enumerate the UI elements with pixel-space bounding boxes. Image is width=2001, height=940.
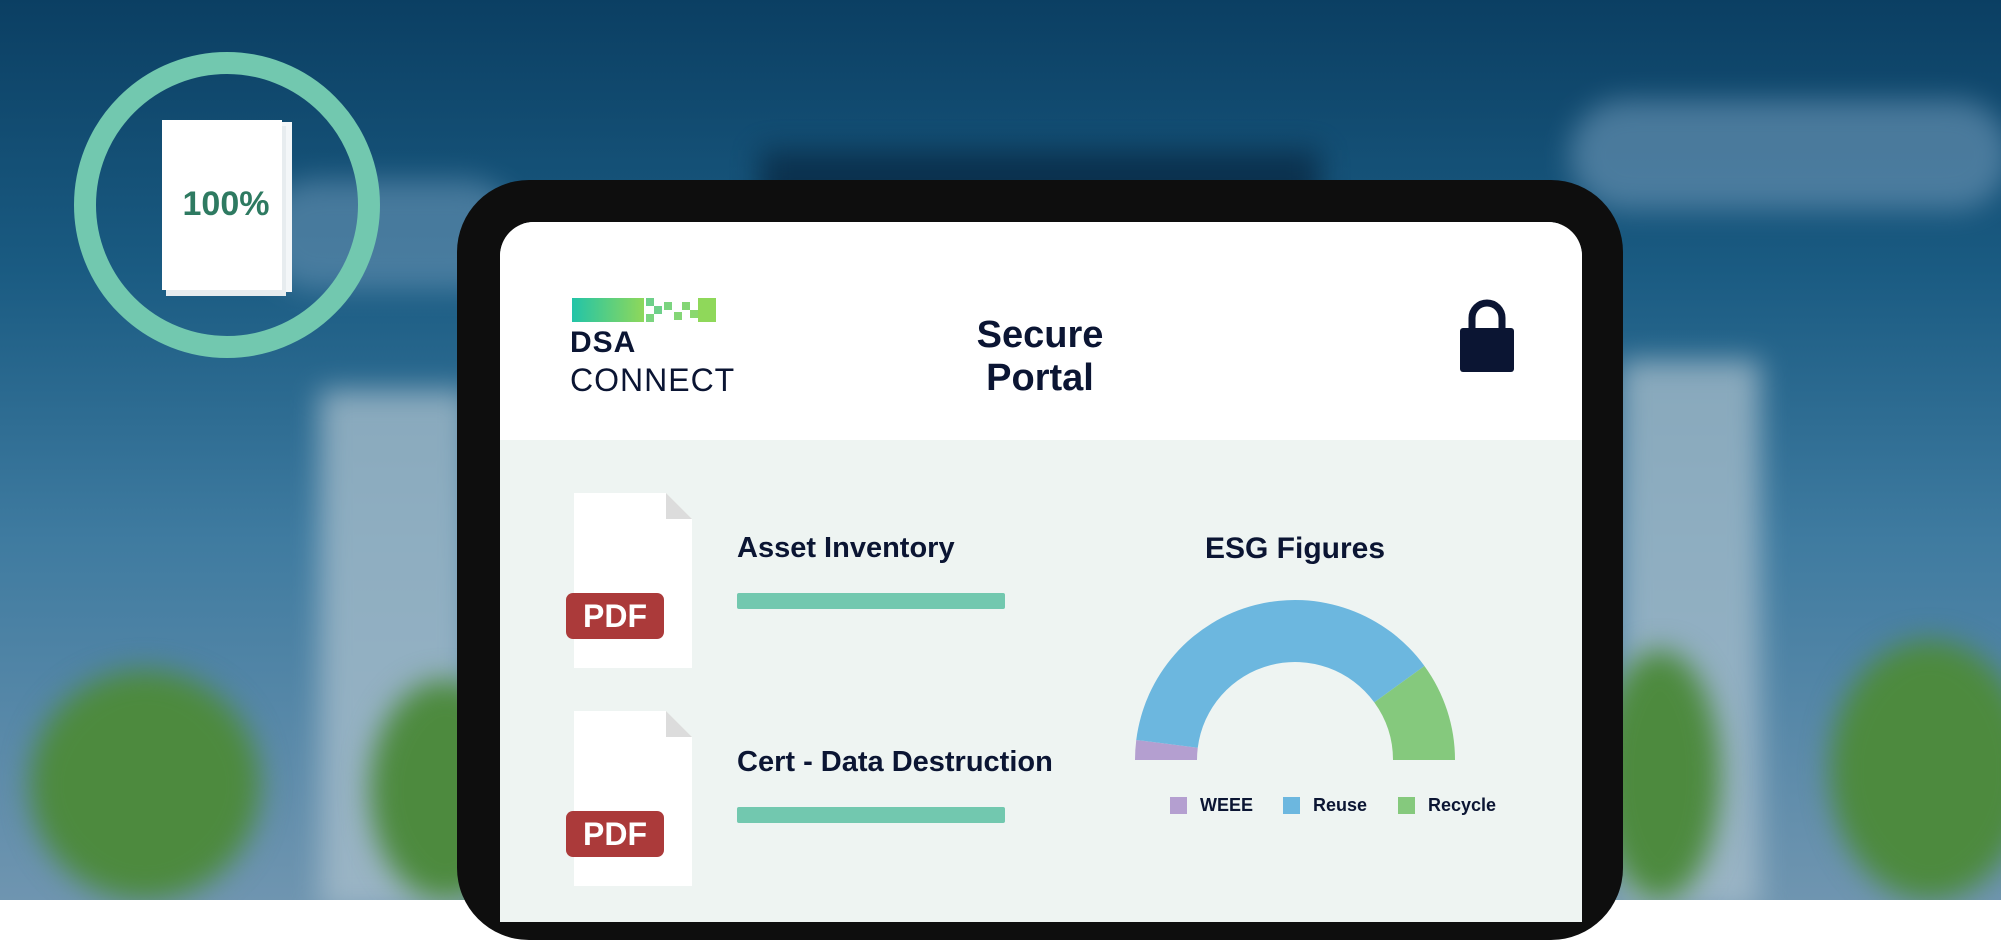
document-progress-bar xyxy=(737,593,1005,609)
file-type-label: PDF xyxy=(583,816,647,852)
tree-1 xyxy=(30,670,260,900)
brand-name: DSA xyxy=(570,326,637,359)
brand-subname: CONNECT xyxy=(570,362,736,398)
legend-item-reuse: Reuse xyxy=(1283,792,1367,818)
legend-label: Reuse xyxy=(1313,794,1368,815)
chart-slice-reuse xyxy=(1136,600,1425,748)
legend-swatch xyxy=(1398,796,1415,814)
legend-swatch xyxy=(1283,796,1300,814)
legend-label: WEEE xyxy=(1200,794,1254,815)
pdf-file-icon xyxy=(566,711,692,886)
logo-icon xyxy=(572,298,716,322)
esg-donut-chart xyxy=(1135,600,1455,760)
lock-icon xyxy=(1460,299,1514,372)
document-title: Asset Inventory xyxy=(737,532,955,564)
document-progress-bar xyxy=(737,807,1005,823)
legend-item-weee: WEEE xyxy=(1170,792,1253,818)
legend-item-recycle: Recycle xyxy=(1398,792,1496,818)
progress-percent: 100% xyxy=(182,185,270,223)
esg-title: ESG Figures xyxy=(1204,532,1386,565)
pdf-file-icon xyxy=(566,493,692,668)
file-type-label: PDF xyxy=(583,598,647,634)
tree-4 xyxy=(1830,640,2001,900)
cloud-right xyxy=(1570,100,2001,210)
document-title: Cert - Data Destruction xyxy=(737,746,1053,778)
portal-screen: DSA CONNECT Secure Portal PDF Asset Inve… xyxy=(500,222,1582,922)
legend-swatch xyxy=(1170,796,1187,814)
legend-label: Recycle xyxy=(1428,794,1497,815)
portal-header: DSA CONNECT Secure Portal xyxy=(500,222,1582,440)
page-title: Secure Portal xyxy=(976,314,1104,399)
